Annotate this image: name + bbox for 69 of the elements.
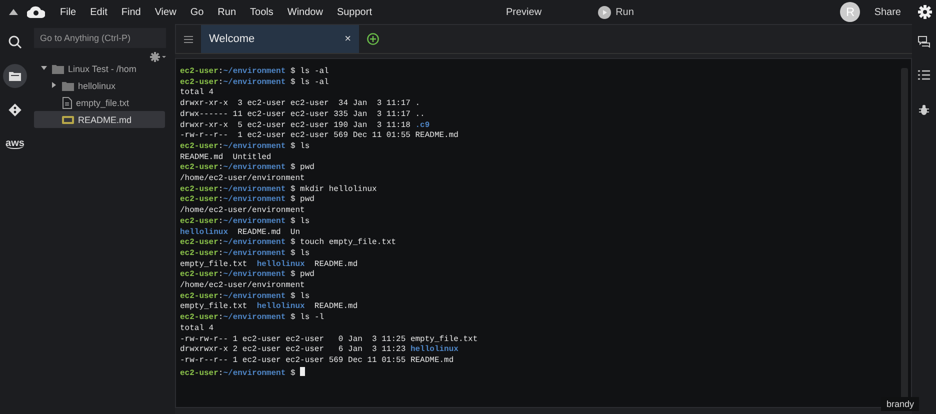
terminal-line: -rw-r--r-- 1 ec2-user ec2-user 569 Dec 11 01:55 README.md <box>180 131 460 142</box>
terminal-line: ec2-user:~/environment $ ls <box>180 248 311 260</box>
settings-icon[interactable] <box>150 52 166 62</box>
tree-item[interactable]: empty_file.txt <box>34 94 165 111</box>
terminal-line: ec2-user:~/environment $ pwd <box>180 195 316 206</box>
terminal-line: ec2-user:~/environment $ mkdir hellolinux <box>180 184 378 195</box>
bug-icon[interactable] <box>918 104 930 116</box>
terminal-line: ec2-user:~/environment $ pwd <box>180 270 316 281</box>
terminal-line: drwxrwxr-x 2 ec2-user ec2-user 6 Jan 3 11:23 hellolinux <box>180 345 460 356</box>
terminal-line: hellolinux README.md Un <box>180 228 302 238</box>
terminal-line: /home/ec2-user/environment <box>180 281 306 292</box>
menu-item[interactable]: View <box>148 6 184 18</box>
terminal-line: ec2-user:~/environment $ ls <box>180 292 311 302</box>
folder-icon[interactable] <box>8 69 22 83</box>
menu-icon[interactable] <box>184 36 193 42</box>
add-icon[interactable] <box>367 33 379 45</box>
terminal-line: ec2-user:~/environment $ ls -al <box>180 78 330 88</box>
terminal-line: /home/ec2-user/environment <box>180 206 306 217</box>
caret-icon[interactable] <box>41 64 47 70</box>
tree-item[interactable]: Linux Test - /hom <box>34 60 165 77</box>
terminal-line: total 4 <box>180 324 215 335</box>
folder-icon[interactable] <box>52 64 64 74</box>
terminal-line: empty_file.txt hellolinux README.md <box>180 260 359 270</box>
terminal-line: README.md Untitled <box>180 152 272 163</box>
files-button[interactable] <box>3 64 27 88</box>
menu-item[interactable]: Find <box>114 6 148 18</box>
chat-icon[interactable] <box>918 36 930 48</box>
tree-item[interactable]: README.md <box>34 111 165 128</box>
markdown-file-icon[interactable] <box>62 116 74 124</box>
menu-item[interactable]: Edit <box>83 6 114 18</box>
menu-item[interactable]: Tools <box>243 6 280 18</box>
terminal-line: ec2-user:~/environment $ ls -al <box>180 67 330 78</box>
list-icon[interactable] <box>918 70 930 82</box>
close-button[interactable]: × <box>344 33 351 45</box>
terminal-line: -rw-r--r-- 1 ec2-user ec2-user 569 Dec 11 01:55 README.md <box>180 356 455 367</box>
terminal-line: drwxr-xr-x 3 ec2-user ec2-user 34 Jan 3 11:17 . <box>180 99 422 110</box>
terminal-line: ec2-user:~/environment $ ls -l <box>180 313 326 324</box>
terminal-line: ec2-user:~/environment $ touch empty_file.txt <box>180 238 398 249</box>
terminal-line: ec2-user:~/environment $ pwd <box>180 163 316 174</box>
caret-icon[interactable] <box>9 9 18 15</box>
terminal-line: ec2-user:~/environment $ ls <box>180 216 311 228</box>
menu-item[interactable]: File <box>53 6 84 18</box>
share-button[interactable]: Share <box>874 6 901 18</box>
tab[interactable]: Welcome × <box>201 25 359 53</box>
terminal-line: ec2-user:~/environment $ ls <box>180 142 311 153</box>
tooltip: brandy <box>881 397 919 411</box>
terminal-line: ec2-user:~/environment $ <box>180 366 901 380</box>
search-icon[interactable] <box>8 35 22 49</box>
caret-icon[interactable] <box>51 82 57 88</box>
tree-item[interactable]: hellolinux <box>34 77 165 94</box>
menu-item[interactable]: Window <box>280 6 330 18</box>
run-button[interactable]: Run <box>588 6 634 18</box>
play-icon[interactable] <box>598 6 611 18</box>
preview-menu[interactable]: Preview <box>498 6 549 18</box>
menu-item[interactable]: Go <box>183 6 211 18</box>
aws-button[interactable]: aws <box>3 132 27 156</box>
terminal-line: /home/ec2-user/environment <box>180 174 306 185</box>
folder-icon[interactable] <box>62 80 74 90</box>
menu-item[interactable]: Support <box>330 6 379 18</box>
terminal-line: drwx------ 11 ec2-user ec2-user 335 Jan 3 11:17 .. <box>180 110 426 121</box>
terminal-line: total 4 <box>180 88 215 99</box>
terminal-line: -rw-rw-r-- 1 ec2-user ec2-user 0 Jan 3 11:25 empty_file.txt <box>180 334 479 345</box>
terminal-line: empty_file.txt hellolinux README.md <box>180 302 359 313</box>
settings-icon[interactable] <box>918 5 932 19</box>
search-field[interactable]: Go to Anything (Ctrl-P) <box>34 28 166 48</box>
cloud-icon[interactable] <box>27 5 45 19</box>
menu-item[interactable]: Run <box>210 6 244 18</box>
terminal-line: drwxr-xr-x 5 ec2-user ec2-user 190 Jan 3 11:18 .c9 <box>180 120 431 131</box>
file-icon[interactable] <box>62 96 72 108</box>
